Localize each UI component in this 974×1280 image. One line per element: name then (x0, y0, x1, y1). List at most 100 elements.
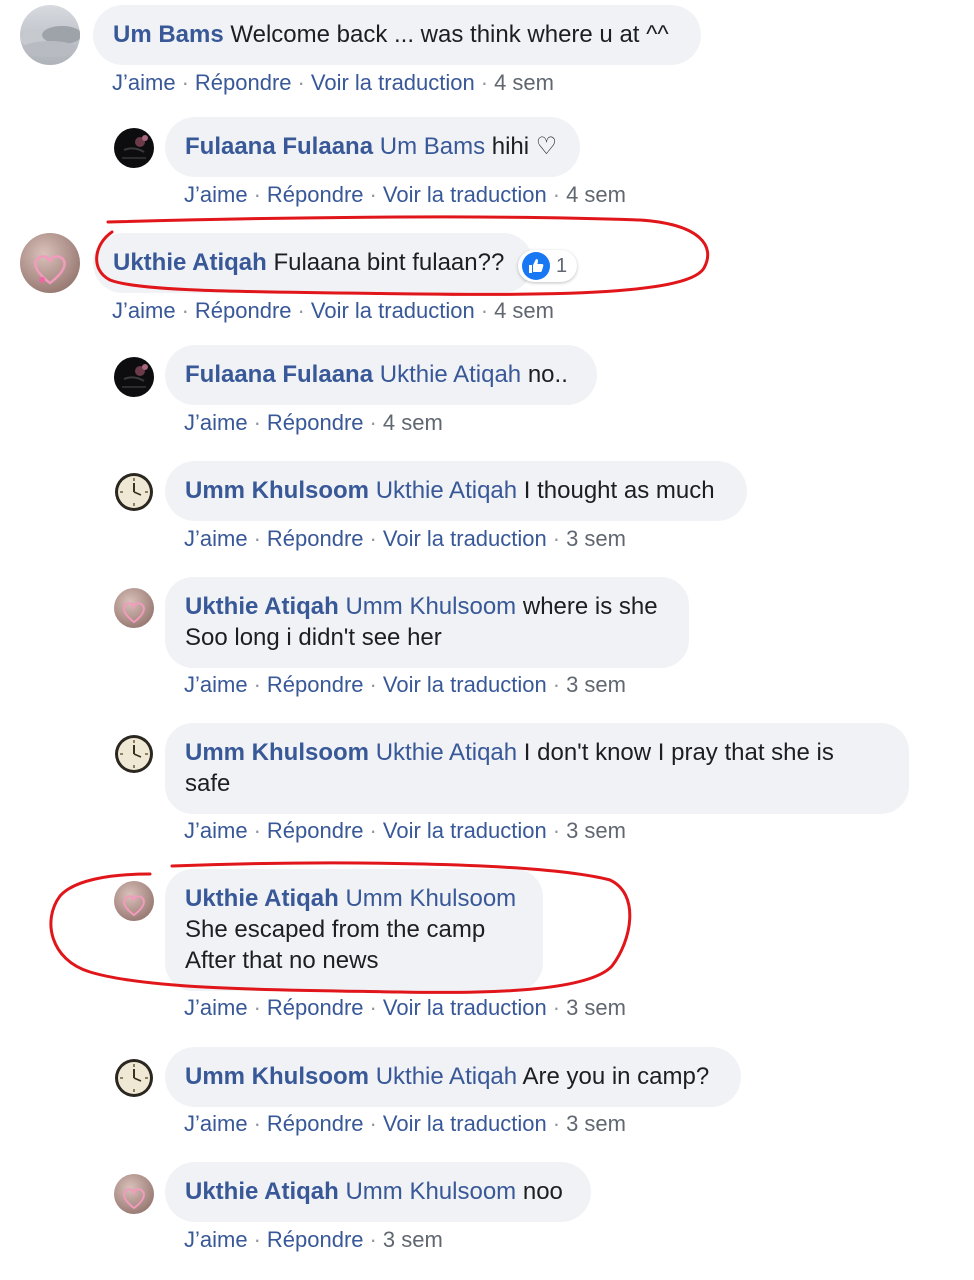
comment-author[interactable]: Fulaana Fulaana (185, 133, 373, 160)
comment-mention[interactable]: Ukthie Atiqah (376, 739, 517, 766)
comment-actions: J’aime · Répondre · Voir la traduction · 4 sem (184, 182, 626, 207)
comment-time[interactable]: 4 sem (494, 70, 554, 95)
comment-time[interactable]: 3 sem (566, 818, 626, 843)
comment-mention[interactable]: Umm Khulsoom (345, 1178, 516, 1205)
heart-avatar[interactable] (114, 588, 154, 628)
reply-link[interactable]: Répondre (195, 298, 292, 323)
translate-link[interactable]: Voir la traduction (383, 818, 547, 843)
reply-link[interactable]: Répondre (267, 410, 364, 435)
heart-avatar[interactable] (20, 233, 80, 293)
heart-icon (114, 881, 154, 921)
comment-author[interactable]: Umm Khulsoom (185, 1063, 369, 1090)
comment-time[interactable]: 3 sem (566, 672, 626, 697)
translate-link[interactable]: Voir la traduction (383, 182, 547, 207)
translate-link[interactable]: Voir la traduction (383, 526, 547, 551)
clock-icon (115, 735, 153, 773)
comment-bubble: Umm Khulsoom Ukthie Atiqah Are you in ca… (165, 1047, 741, 1107)
clouds-avatar[interactable] (20, 5, 80, 65)
heart-icon (20, 233, 80, 293)
comment-text: Fulaana bint fulaan?? (273, 249, 505, 276)
clock-avatar[interactable] (114, 1058, 154, 1098)
comment-mention[interactable]: Umm Khulsoom (345, 885, 516, 912)
comment-bubble: Ukthie Atiqah Umm Khulsoom She escaped f… (165, 869, 543, 991)
comment-bubble: Ukthie Atiqah Umm Khulsoom where is she … (165, 577, 689, 668)
comment-text: where is she (522, 593, 658, 620)
clock-avatar[interactable] (114, 472, 154, 512)
heart-avatar[interactable] (114, 1174, 154, 1214)
comment-mention[interactable]: Ukthie Atiqah (376, 477, 517, 504)
comment-author[interactable]: Ukthie Atiqah (185, 1178, 339, 1205)
comment-actions: J’aime · Répondre · 3 sem (184, 1227, 443, 1252)
reply-link[interactable]: Répondre (267, 672, 364, 697)
reaction-badge[interactable]: 1 (518, 250, 578, 282)
comment-text: no.. (527, 361, 568, 388)
comment-author[interactable]: Fulaana Fulaana (185, 361, 373, 388)
clock-icon (115, 473, 153, 511)
comment-time[interactable]: 3 sem (383, 1227, 443, 1252)
clouds-icon (20, 5, 80, 65)
like-link[interactable]: J’aime (112, 70, 176, 95)
reply-link[interactable]: Répondre (267, 995, 364, 1020)
comment-mention[interactable]: Ukthie Atiqah (380, 361, 521, 388)
heart-avatar[interactable] (114, 881, 154, 921)
comment-author[interactable]: Ukthie Atiqah (113, 249, 267, 276)
comment-text: noo (522, 1178, 563, 1205)
like-link[interactable]: J’aime (184, 672, 248, 697)
comment-bubble: Um Bams Welcome back ... was think where… (93, 5, 701, 65)
reply-link[interactable]: Répondre (267, 1111, 364, 1136)
comment-author[interactable]: Ukthie Atiqah (185, 885, 339, 912)
comment-time[interactable]: 4 sem (383, 410, 443, 435)
reply-link[interactable]: Répondre (267, 526, 364, 551)
comment-actions: J’aime · Répondre · Voir la traduction · 3 sem (184, 818, 626, 843)
comment-text: Are you in camp? (522, 1063, 710, 1090)
comment-time[interactable]: 3 sem (566, 1111, 626, 1136)
comment-author[interactable]: Umm Khulsoom (185, 477, 369, 504)
comment-actions: J’aime · Répondre · Voir la traduction · 3 sem (184, 526, 626, 551)
like-link[interactable]: J’aime (112, 298, 176, 323)
dark-flower-icon (114, 357, 154, 397)
comment-time[interactable]: 4 sem (566, 182, 626, 207)
thumbs-up-icon (522, 252, 550, 280)
reply-link[interactable]: Répondre (267, 1227, 364, 1252)
comment-text: I thought as much (523, 477, 715, 504)
comment-bubble: Umm Khulsoom Ukthie Atiqah I don't know … (165, 723, 909, 814)
comment-mention[interactable]: Ukthie Atiqah (376, 1063, 517, 1090)
like-link[interactable]: J’aime (184, 1111, 248, 1136)
like-link[interactable]: J’aime (184, 1227, 248, 1252)
like-link[interactable]: J’aime (184, 818, 248, 843)
translate-link[interactable]: Voir la traduction (383, 672, 547, 697)
comment-bubble: Fulaana Fulaana Um Bams hihi ♡ (165, 117, 580, 177)
reply-link[interactable]: Répondre (195, 70, 292, 95)
reply-link[interactable]: Répondre (267, 818, 364, 843)
comment-time[interactable]: 3 sem (566, 995, 626, 1020)
comment-author[interactable]: Um Bams (113, 21, 224, 48)
like-link[interactable]: J’aime (184, 182, 248, 207)
comment-text-line: After that no news (185, 947, 379, 974)
comment-author[interactable]: Umm Khulsoom (185, 739, 369, 766)
like-link[interactable]: J’aime (184, 995, 248, 1020)
like-link[interactable]: J’aime (184, 410, 248, 435)
dark-flower-avatar[interactable] (114, 128, 154, 168)
translate-link[interactable]: Voir la traduction (383, 1111, 547, 1136)
comment-mention[interactable]: Umm Khulsoom (345, 593, 516, 620)
translate-link[interactable]: Voir la traduction (311, 70, 475, 95)
dark-flower-avatar[interactable] (114, 357, 154, 397)
clock-icon (115, 1059, 153, 1097)
translate-link[interactable]: Voir la traduction (311, 298, 475, 323)
comment-mention[interactable]: Um Bams (380, 133, 485, 160)
comment-actions: J’aime · Répondre · Voir la traduction · 3 sem (184, 995, 626, 1020)
comment-time[interactable]: 4 sem (494, 298, 554, 323)
like-link[interactable]: J’aime (184, 526, 248, 551)
translate-link[interactable]: Voir la traduction (383, 995, 547, 1020)
reply-link[interactable]: Répondre (267, 182, 364, 207)
dark-flower-icon (114, 128, 154, 168)
comment-actions: J’aime · Répondre · Voir la traduction · 4 sem (112, 298, 554, 323)
comment-text-line: safe (185, 770, 231, 797)
comment-actions: J’aime · Répondre · Voir la traduction · 3 sem (184, 1111, 626, 1136)
reaction-count: 1 (556, 254, 568, 277)
clock-avatar[interactable] (114, 734, 154, 774)
comment-actions: J’aime · Répondre · 4 sem (184, 410, 443, 435)
comment-author[interactable]: Ukthie Atiqah (185, 593, 339, 620)
comment-time[interactable]: 3 sem (566, 526, 626, 551)
comment-bubble: Fulaana Fulaana Ukthie Atiqah no.. (165, 345, 597, 405)
